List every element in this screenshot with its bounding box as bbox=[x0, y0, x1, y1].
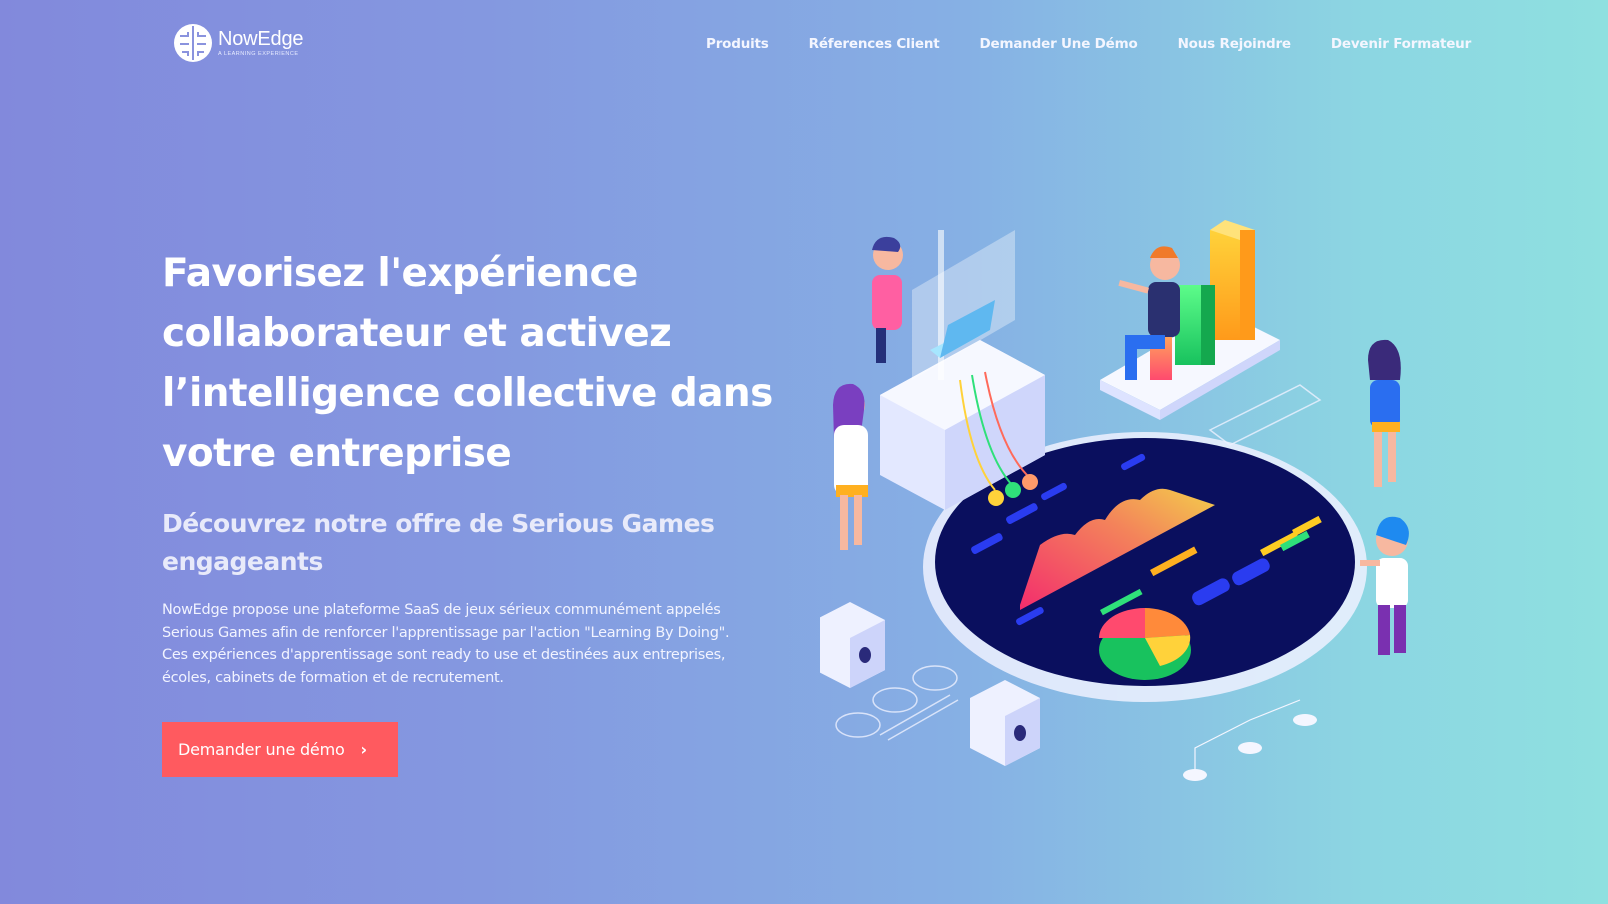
request-demo-button[interactable]: Demander une démo › bbox=[162, 722, 398, 777]
person-right-top bbox=[1368, 339, 1401, 487]
nav-produits[interactable]: Produits bbox=[706, 36, 769, 52]
desk-structure bbox=[880, 230, 1045, 510]
hero-title: Favorisez l'expérience collaborateur et … bbox=[162, 244, 782, 484]
hero-description: NowEdge propose une plateforme SaaS de j… bbox=[162, 599, 772, 689]
hero-description-line: Ces expériences d'apprentissage sont rea… bbox=[162, 647, 726, 664]
nav-devenir-formateur[interactable]: Devenir Formateur bbox=[1331, 36, 1471, 52]
logo[interactable]: NowEdge A LEARNING EXPERIENCE bbox=[172, 22, 304, 64]
pedestal-left bbox=[820, 602, 885, 688]
nav-demander-demo[interactable]: Demander Une Démo bbox=[980, 36, 1138, 52]
person-right-bottom bbox=[1360, 516, 1409, 655]
hero-title-line: votre entreprise bbox=[162, 431, 512, 476]
logo-name: NowEdge bbox=[218, 27, 304, 50]
connector-nodes bbox=[1183, 699, 1317, 781]
hero-subtitle-line: Découvrez notre offre de Serious Games bbox=[162, 509, 715, 538]
request-demo-label: Demander une démo bbox=[178, 740, 345, 759]
hero-title-line: l’intelligence collective dans bbox=[162, 371, 773, 416]
hero-description-line: Serious Games afin de renforcer l'appren… bbox=[162, 624, 730, 641]
hero-title-line: Favorisez l'expérience bbox=[162, 251, 639, 296]
hero-subtitle-line: engageants bbox=[162, 547, 323, 576]
pedestal-bottom bbox=[970, 680, 1040, 766]
bar-chart-platform bbox=[1100, 220, 1280, 420]
hero-title-line: collaborateur et activez bbox=[162, 311, 672, 356]
logo-tagline: A LEARNING EXPERIENCE bbox=[218, 50, 299, 57]
hero-subtitle: Découvrez notre offre de Serious Games e… bbox=[162, 505, 722, 581]
hero-description-line: NowEdge propose une plateforme SaaS de j… bbox=[162, 602, 721, 618]
person-left-standing bbox=[833, 383, 868, 550]
hero-description-line: écoles, cabinets de formation et de recr… bbox=[162, 669, 504, 686]
nav-references-client[interactable]: Réferences Client bbox=[809, 36, 940, 52]
main-nav: Produits Réferences Client Demander Une … bbox=[706, 36, 1471, 52]
brain-logo-icon bbox=[174, 24, 212, 62]
person-top-left bbox=[872, 236, 903, 363]
chevron-right-icon: › bbox=[360, 740, 368, 759]
hero-illustration bbox=[820, 220, 1409, 781]
nav-nous-rejoindre[interactable]: Nous Rejoindre bbox=[1178, 36, 1291, 52]
